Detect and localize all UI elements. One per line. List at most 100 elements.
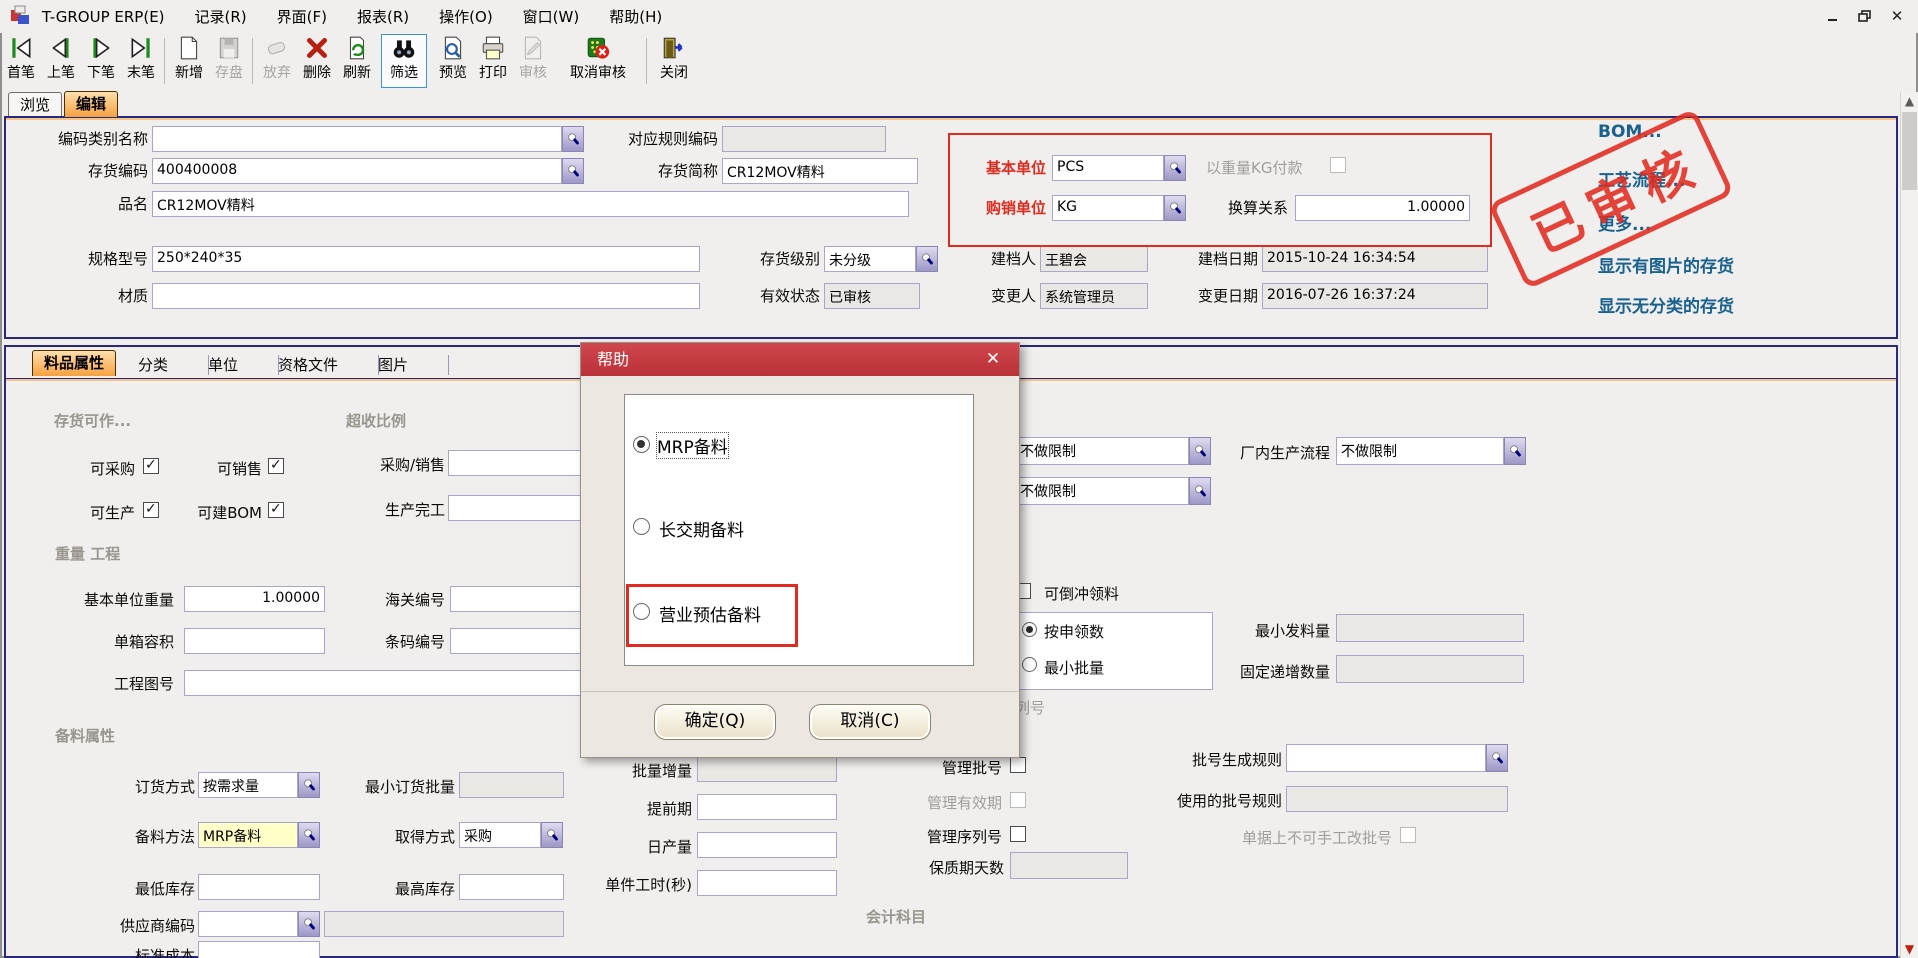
toolbar-save-button: 存盘: [210, 35, 248, 87]
material-input[interactable]: [152, 283, 700, 309]
close-icon[interactable]: ✕: [1884, 6, 1910, 26]
batch-rule-label: 批号生成规则: [1082, 750, 1282, 770]
menu-item-window[interactable]: 窗口(W): [523, 6, 580, 27]
tab-picture[interactable]: 图片: [378, 355, 449, 375]
conversion-input[interactable]: 1.00000: [1295, 195, 1470, 221]
manage-serial-checkbox[interactable]: [1010, 826, 1026, 842]
scrollbar-thumb[interactable]: [1902, 112, 1917, 190]
menu-item-interface[interactable]: 界面(F): [277, 6, 327, 27]
link-show-unclassified[interactable]: 显示无分类的存货: [1598, 292, 1734, 317]
binoculars-icon: [382, 35, 426, 65]
restore-icon[interactable]: [1852, 6, 1878, 26]
supplier-code-lookup-button[interactable]: [298, 911, 320, 937]
code-category-input[interactable]: [152, 126, 562, 152]
toolbar-cancel-audit-button[interactable]: 取消审核: [556, 35, 640, 87]
toolbar-prev-button[interactable]: 上笔: [42, 35, 80, 87]
toolbar-delete-button[interactable]: 删除: [298, 35, 336, 87]
toolbar-separator: [164, 38, 165, 84]
batch-rule-lookup-button[interactable]: [1486, 744, 1508, 772]
shelf-days-label: 保质期天数: [804, 858, 1004, 878]
minimize-icon[interactable]: [1820, 6, 1846, 26]
product-name-input[interactable]: CR12MOV精料: [152, 191, 909, 217]
magnifier-icon: [1168, 161, 1182, 175]
unit-weight-label: 基本单位重量: [0, 590, 174, 610]
section-accounting: 会计科目: [866, 906, 926, 927]
manage-batch-checkbox[interactable]: [1010, 757, 1026, 773]
magnifier-icon: [1193, 484, 1207, 498]
menu-item-tgroup-erp[interactable]: T-GROUP ERP(E): [42, 8, 165, 26]
mrp-prep-label[interactable]: MRP备料: [657, 433, 728, 458]
product-name-label: 品名: [0, 194, 148, 214]
creator-label: 建档人: [836, 249, 1036, 269]
preview-icon: [434, 35, 472, 65]
toolbar-filter-button[interactable]: 筛选: [382, 35, 426, 87]
scroll-down-icon[interactable]: ▼: [1901, 940, 1918, 958]
pay-by-kg-checkbox: [1330, 157, 1346, 173]
long-cycle-prep-label[interactable]: 长交期备料: [659, 516, 744, 541]
factory-flow-input[interactable]: 不做限制: [1336, 437, 1504, 465]
shelf-days-input: [1010, 852, 1128, 879]
tab-qualification[interactable]: 资格文件: [278, 355, 379, 375]
nav-next-icon: [82, 35, 120, 65]
batch-rule-input[interactable]: [1286, 744, 1486, 772]
manage-validity-checkbox: [1010, 792, 1026, 808]
tab-accent-line: [6, 118, 1896, 120]
serial-section-fragment: 列号: [1015, 698, 1075, 718]
sales-forecast-prep-radio[interactable]: [633, 603, 650, 620]
section-weight-engineering: 重量 工程: [55, 543, 120, 564]
create-date-input: 2015-10-24 16:34:54: [1262, 246, 1488, 272]
magnifier-icon: [302, 917, 316, 931]
menu-item-help[interactable]: 帮助(H): [609, 6, 662, 27]
std-cost-input[interactable]: [198, 941, 320, 958]
long-cycle-prep-radio[interactable]: [633, 518, 650, 535]
toolbar-close-button[interactable]: 关闭: [652, 35, 696, 87]
toolbar-refresh-button[interactable]: 刷新: [338, 35, 376, 87]
sales-forecast-prep-label[interactable]: 营业预估备料: [659, 601, 761, 626]
menu-bar: T-GROUP ERP(E) 记录(R) 界面(F) 报表(R) 操作(O) 窗…: [0, 0, 1918, 33]
modifier-label: 变更人: [836, 286, 1036, 306]
menu-item-operation[interactable]: 操作(O): [439, 6, 493, 27]
vertical-scrollbar[interactable]: ▲ ▼: [1900, 92, 1918, 958]
cancel-button[interactable]: 取消(C): [809, 704, 931, 740]
toolbar-preview-button[interactable]: 预览: [434, 35, 472, 87]
cancel-audit-icon: [556, 35, 640, 65]
min-issue-input: [1336, 614, 1524, 642]
dialog-close-icon[interactable]: ✕: [979, 343, 1007, 376]
rule-code-label: 对应规则编码: [518, 129, 718, 149]
tab-unit[interactable]: 单位: [208, 355, 279, 375]
printer-icon: [474, 35, 512, 65]
toolbar-next-button[interactable]: 下笔: [82, 35, 120, 87]
factory-flow-label: 厂内生产流程: [1130, 443, 1330, 463]
mrp-prep-radio[interactable]: [633, 436, 650, 453]
supplier-code-input[interactable]: [198, 911, 298, 937]
tab-browse[interactable]: 浏览: [8, 92, 62, 118]
toolbar-print-button[interactable]: 打印: [474, 35, 512, 87]
ok-button[interactable]: 确定(Q): [654, 704, 776, 740]
toolbar-new-button[interactable]: 新增: [170, 35, 208, 87]
box-volume-label: 单箱容积: [0, 632, 174, 652]
supplier-code-label: 供应商编码: [0, 916, 195, 936]
scroll-up-icon[interactable]: ▲: [1901, 92, 1918, 110]
spec-input[interactable]: 250*240*35: [152, 246, 700, 272]
link-show-with-images[interactable]: 显示有图片的存货: [1598, 252, 1734, 277]
factory-flow-lookup-button[interactable]: [1504, 437, 1526, 465]
base-unit-input[interactable]: PCS: [1052, 155, 1164, 181]
code-category-label: 编码类别名称: [0, 129, 148, 149]
min-batch-radio[interactable]: [1022, 657, 1037, 672]
no-manual-batch-checkbox: [1400, 827, 1416, 843]
inventory-code-input[interactable]: 400400008: [152, 158, 562, 184]
tab-item-properties[interactable]: 料品属性: [32, 350, 116, 376]
order-mode-label: 订货方式: [0, 777, 195, 797]
toolbar-first-button[interactable]: 首笔: [2, 35, 40, 87]
menu-item-record[interactable]: 记录(R): [195, 6, 247, 27]
restriction-2-lookup-button[interactable]: [1189, 477, 1211, 505]
max-stock-label: 最高库存: [255, 879, 455, 899]
tab-edit[interactable]: 编辑: [64, 91, 118, 117]
by-application-radio[interactable]: [1022, 622, 1037, 637]
tab-classification[interactable]: 分类: [138, 355, 209, 375]
restriction-input-2[interactable]: 不做限制: [1015, 477, 1189, 505]
manage-batch-label: 管理批号: [802, 758, 1002, 778]
base-unit-lookup-button[interactable]: [1164, 155, 1186, 181]
menu-item-report[interactable]: 报表(R): [357, 6, 409, 27]
toolbar-last-button[interactable]: 末笔: [122, 35, 160, 87]
